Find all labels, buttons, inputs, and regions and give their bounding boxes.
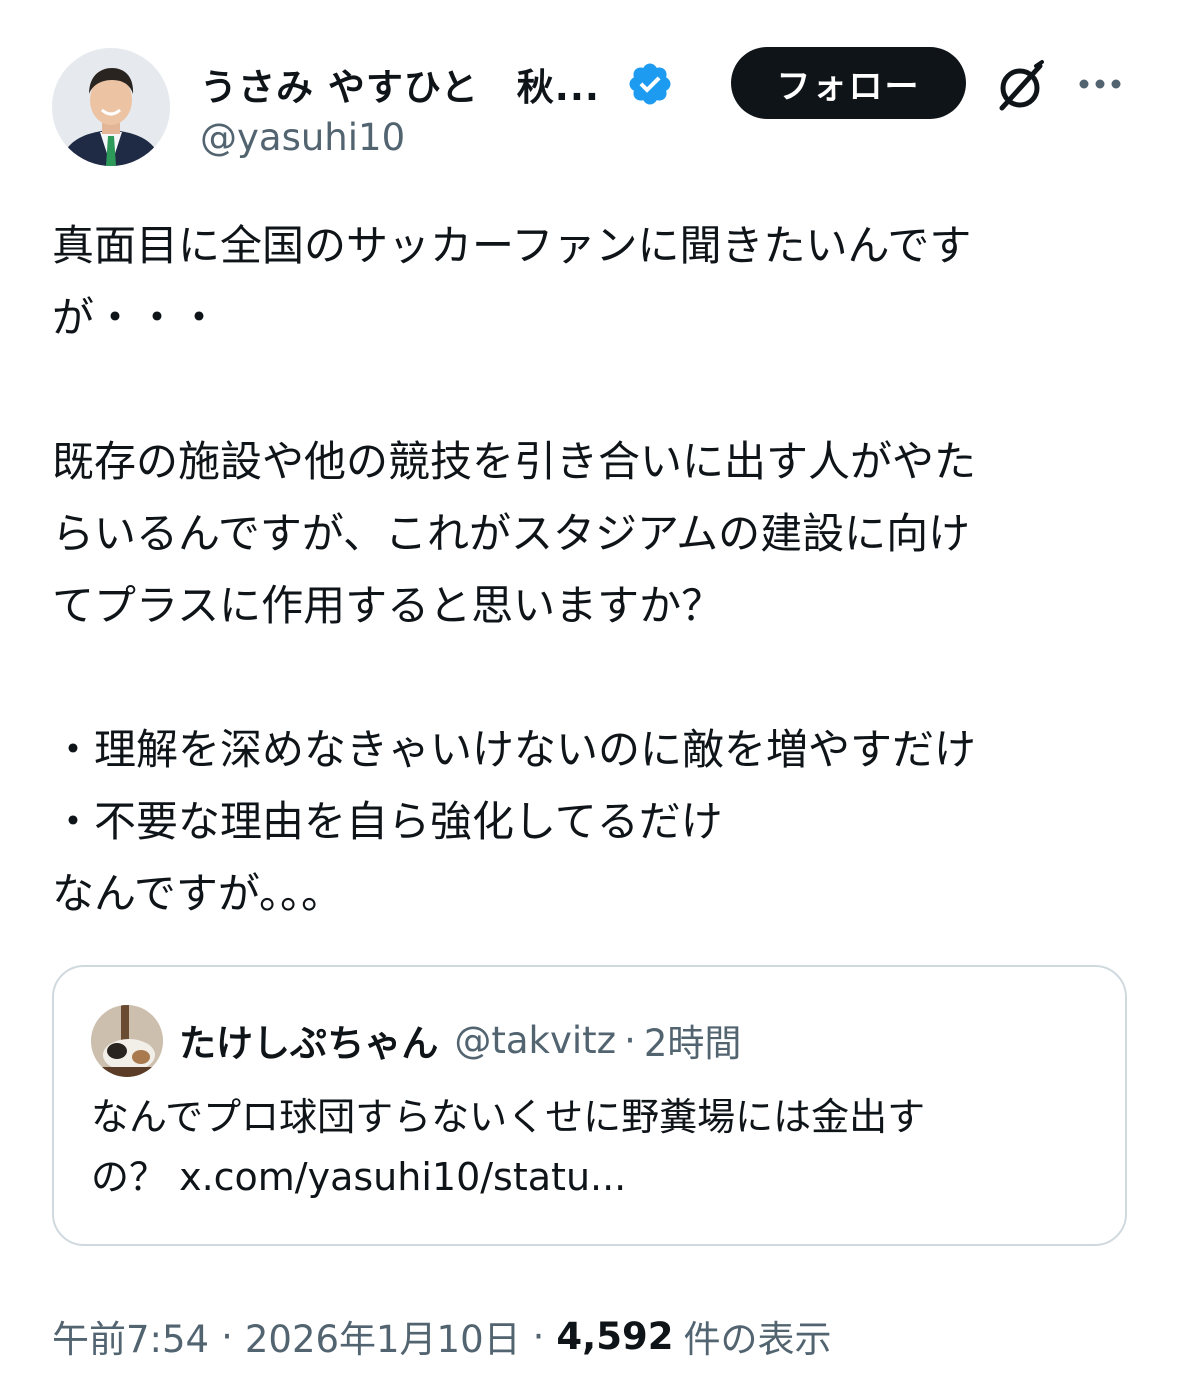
tweet-line: ・理解を深めなきゃいけないのに敵を増やすだけ [52,725,977,774]
grok-icon[interactable] [990,56,1050,116]
quoted-tweet-card[interactable]: たけしぷちゃん @takvitz · 2時間 なんでプロ球団すらないくせに野糞場… [52,965,1127,1246]
more-dots-icon[interactable] [1075,68,1125,100]
verified-badge-icon[interactable] [626,60,674,108]
tweet-line: らいるんですが、これがスタジアムの建設に向け [52,509,971,558]
follow-button[interactable]: フォロー [731,47,966,119]
author-name-row: うさみ やすひと 秋... [200,54,674,114]
tweet-line: 真面目に全国のサッカーファンに聞きたいんです [52,221,972,270]
tweet-header: うさみ やすひと 秋... @yasuhi10 フォロー [52,44,1132,174]
tweet-line: ・不要な理由を自ら強化してるだけ [52,797,723,846]
tweet-line: が・・・ [52,293,221,342]
quoted-timestamp[interactable]: 2時間 [644,1013,742,1067]
views-count[interactable]: 4,592 [556,1315,673,1358]
tweet-line: てプラスに作用すると思いますか？ [52,581,724,630]
tweet-meta: 午前7:54 · 2026年1月10日 · 4,592 件の表示 [52,1306,831,1366]
author-photo-icon [52,48,170,166]
quoted-tweet-text: なんでプロ球団すらないくせに野糞場には金出す の？ x.com/yasuhi10… [91,1087,1091,1207]
quoted-author-name[interactable]: たけしぷちゃん [179,1013,438,1067]
author-handle[interactable]: @yasuhi10 [200,116,405,159]
tweet-time[interactable]: 午前7:54 [52,1309,209,1363]
quoted-tweet-header: たけしぷちゃん @takvitz · 2時間 [179,1013,741,1067]
cat-photo-icon [91,1005,163,1077]
quoted-separator: · [624,1018,636,1062]
author-avatar[interactable] [52,48,170,166]
quoted-author-avatar[interactable] [91,1005,163,1077]
quoted-line: なんでプロ球団すらないくせに野糞場には金出す [91,1095,926,1139]
meta-separator: · [221,1314,233,1358]
author-display-name[interactable]: うさみ やすひと 秋... [200,57,600,111]
meta-separator: · [532,1314,545,1358]
quoted-author-handle[interactable]: @takvitz [454,1019,616,1062]
quoted-line-with-link[interactable]: の？ x.com/yasuhi10/statu... [91,1147,1091,1207]
tweet-body: 真面目に全国のサッカーファンに聞きたいんです が・・・ 既存の施設や他の競技を引… [52,210,1132,930]
tweet-line: 既存の施設や他の競技を引き合いに出す人がやた [52,437,977,486]
tweet-date[interactable]: 2026年1月10日 [245,1309,521,1363]
tweet-line: なんですが。。。 [52,869,344,918]
views-label: 件の表示 [683,1318,832,1361]
